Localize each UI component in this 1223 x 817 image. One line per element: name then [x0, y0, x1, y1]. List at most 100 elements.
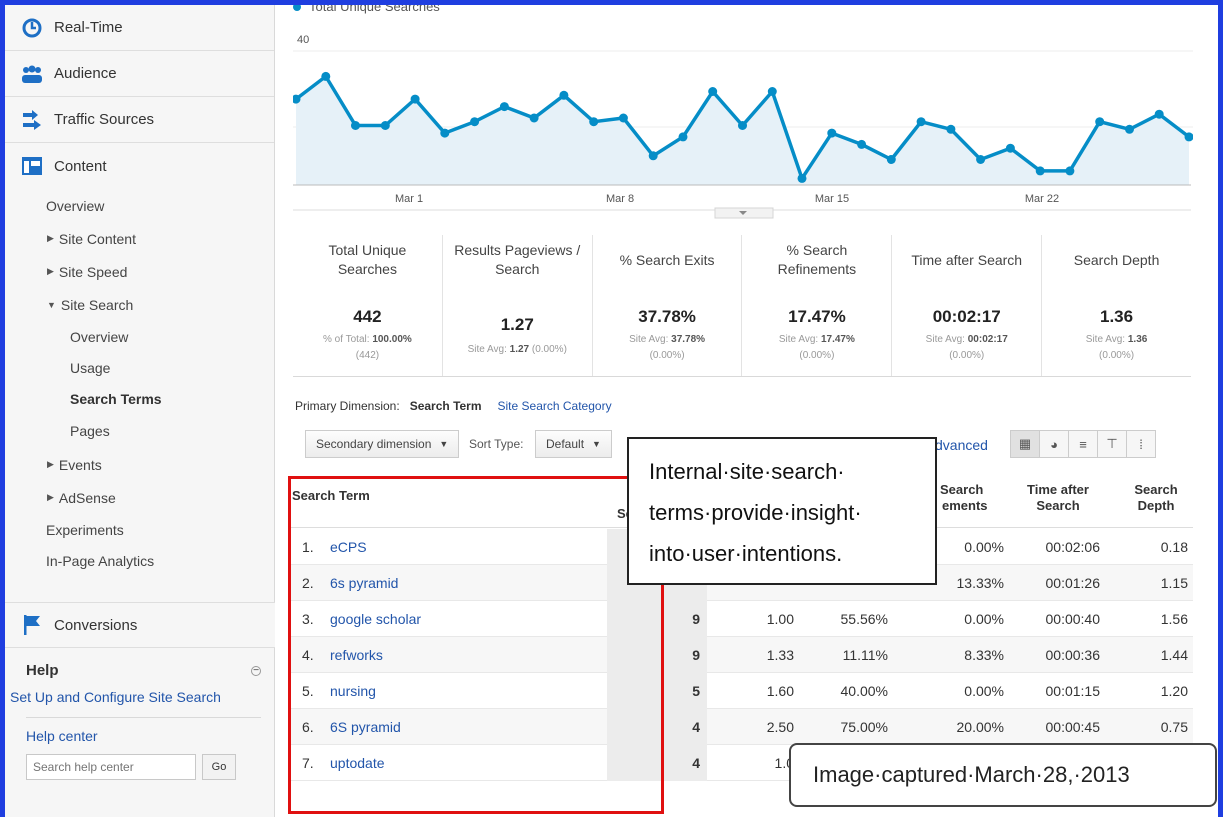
col-search-depth-l2[interactable]: Depth: [1128, 498, 1184, 514]
nav-conversions[interactable]: Conversions: [5, 602, 275, 648]
chart-point[interactable]: [589, 117, 599, 127]
chart-point[interactable]: [857, 139, 867, 149]
dimension-site-search-category[interactable]: Site Search Category: [498, 399, 612, 413]
chart-point[interactable]: [529, 113, 539, 123]
pivot-view-icon[interactable]: ⁞: [1126, 430, 1156, 458]
metric-card[interactable]: % Search Refinements 17.47% Site Avg: 17.4…: [742, 235, 893, 376]
chart-point[interactable]: [767, 87, 777, 96]
nav-content[interactable]: Content: [5, 143, 274, 189]
chart-point[interactable]: [1154, 109, 1164, 119]
setup-site-search-link[interactable]: Set Up and Configure Site Search: [10, 689, 261, 705]
chart-point[interactable]: [648, 151, 658, 161]
nav-audience[interactable]: Audience: [5, 51, 274, 97]
metric-value: 00:02:17: [932, 307, 1001, 326]
cell-time-after-search: 00:01:26: [1045, 575, 1101, 591]
metric-card[interactable]: Results Pageviews / Search 1.27 Site Avg: …: [443, 235, 593, 376]
chart-point[interactable]: [827, 128, 837, 138]
expand-arrow-icon: ▶: [47, 459, 54, 469]
chart-point[interactable]: [321, 71, 331, 81]
chart-point[interactable]: [797, 173, 807, 183]
nav-realtime[interactable]: Real-Time: [5, 5, 274, 51]
dimension-search-term[interactable]: Search Term: [410, 399, 482, 413]
content-icon: [18, 154, 46, 178]
nav-traffic-sources[interactable]: Traffic Sources: [5, 97, 274, 143]
nav-events[interactable]: ▶ Events: [5, 448, 274, 481]
chart-point[interactable]: [440, 128, 450, 138]
metric-card[interactable]: Search Depth 1.36 Site Avg: 1.36 (0.00%): [1042, 235, 1191, 376]
chart-point[interactable]: [1065, 166, 1075, 176]
col-time-after-search-l1[interactable]: Time after: [1026, 482, 1090, 498]
chart-point[interactable]: [470, 117, 480, 127]
annotation-callout: Internal·site·search· terms·provide·insi…: [627, 437, 937, 585]
nav-conversions-label: Conversions: [54, 616, 138, 634]
nav-adsense[interactable]: ▶ AdSense: [5, 481, 274, 514]
comparison-view-icon[interactable]: ⊤: [1097, 430, 1127, 458]
chart-point[interactable]: [886, 155, 896, 164]
metric-sub-label: Site Avg:: [629, 334, 672, 345]
callout-line-3: into·user·intentions.: [649, 541, 843, 566]
help-search-input[interactable]: [26, 754, 196, 780]
metric-value: 442: [353, 307, 382, 326]
help-go-button[interactable]: Go: [202, 754, 236, 780]
collapse-icon[interactable]: −: [251, 665, 261, 676]
performance-view-icon[interactable]: ≡: [1068, 430, 1098, 458]
chart-point[interactable]: [946, 124, 956, 134]
col-time-after-search-l2[interactable]: Search: [1026, 498, 1090, 514]
metric-name: Total Unique Searches: [328, 242, 407, 277]
chart-point[interactable]: [410, 94, 420, 104]
advanced-filter-link[interactable]: dvanced: [935, 437, 988, 453]
chart-point[interactable]: [708, 87, 718, 96]
metric-value: 37.78%: [638, 307, 696, 326]
highlight-box: [288, 476, 664, 814]
chart-point[interactable]: [1005, 143, 1015, 153]
chart-point[interactable]: [351, 121, 360, 130]
cell-results-pageviews: 1.0: [774, 755, 794, 771]
secondary-dimension-dropdown[interactable]: Secondary dimension ▼: [305, 430, 460, 458]
chart-point[interactable]: [1035, 166, 1045, 176]
chart-point[interactable]: [1125, 124, 1134, 134]
chart-point[interactable]: [1095, 117, 1105, 127]
chart-point[interactable]: [976, 155, 986, 164]
metric-card[interactable]: Time after Search 00:02:17 Site Avg: 00:02…: [892, 235, 1043, 376]
nav-in-page-analytics[interactable]: In-Page Analytics: [5, 545, 274, 576]
pie-view-icon[interactable]: ◕: [1039, 430, 1069, 458]
metric-site-avg: Site Avg: 37.78% (0.00%): [599, 332, 736, 364]
sort-type-dropdown[interactable]: Default ▼: [535, 430, 612, 458]
cell-search-depth: 0.18: [1160, 539, 1188, 555]
nav-experiments[interactable]: Experiments: [5, 514, 274, 545]
chart-point[interactable]: [618, 113, 628, 123]
nav-site-content[interactable]: ▶ Site Content: [5, 222, 274, 255]
x-tick-label: Mar 15: [815, 193, 849, 205]
table-view-icon[interactable]: ▦: [1010, 430, 1040, 458]
col-search-refinements-l1[interactable]: Search: [940, 482, 983, 498]
divider: [26, 717, 261, 718]
metric-value: 17.47%: [788, 307, 846, 326]
primary-dimension-bar: Primary Dimension: Search Term Site Sear…: [295, 399, 612, 413]
help-center-link[interactable]: Help center: [26, 728, 261, 744]
chart-point[interactable]: [380, 121, 390, 130]
x-tick-label: Mar 1: [395, 193, 423, 205]
chart-point[interactable]: [916, 117, 926, 127]
chart-point[interactable]: [559, 90, 569, 100]
metric-sub-percent: (0.00%): [799, 350, 835, 361]
nav-site-speed[interactable]: ▶ Site Speed: [5, 255, 274, 288]
metric-sub-percent: (0.00%): [529, 344, 567, 355]
col-search-refinements-l2[interactable]: ements: [942, 498, 988, 514]
chart-point[interactable]: [738, 121, 747, 130]
sidebar: Real-Time Audience Traffic Sources Conte…: [5, 5, 275, 817]
nav-site-search-terms[interactable]: Search Terms: [5, 383, 274, 414]
metric-sub-value: 17.47%: [820, 334, 855, 345]
nav-site-search-pages[interactable]: Pages: [5, 414, 274, 448]
nav-content-overview[interactable]: Overview: [5, 189, 274, 222]
metric-card[interactable]: Total Unique Searches 442 % of Total: 100.…: [293, 235, 443, 376]
callout-line-1: Internal·site·search·: [649, 459, 845, 484]
nav-site-search-usage[interactable]: Usage: [5, 352, 274, 383]
chart-point[interactable]: [499, 102, 509, 112]
nav-site-search-overview[interactable]: Overview: [5, 321, 274, 352]
col-search-depth-l1[interactable]: Search: [1128, 482, 1184, 498]
flag-icon: [18, 613, 46, 637]
metric-card[interactable]: % Search Exits 37.78% Site Avg: 37.78% (0.0…: [593, 235, 743, 376]
chart-point[interactable]: [678, 132, 688, 142]
nav-site-search[interactable]: ▼ Site Search: [5, 288, 274, 321]
help-panel: Help − Set Up and Configure Site Search …: [5, 650, 275, 780]
